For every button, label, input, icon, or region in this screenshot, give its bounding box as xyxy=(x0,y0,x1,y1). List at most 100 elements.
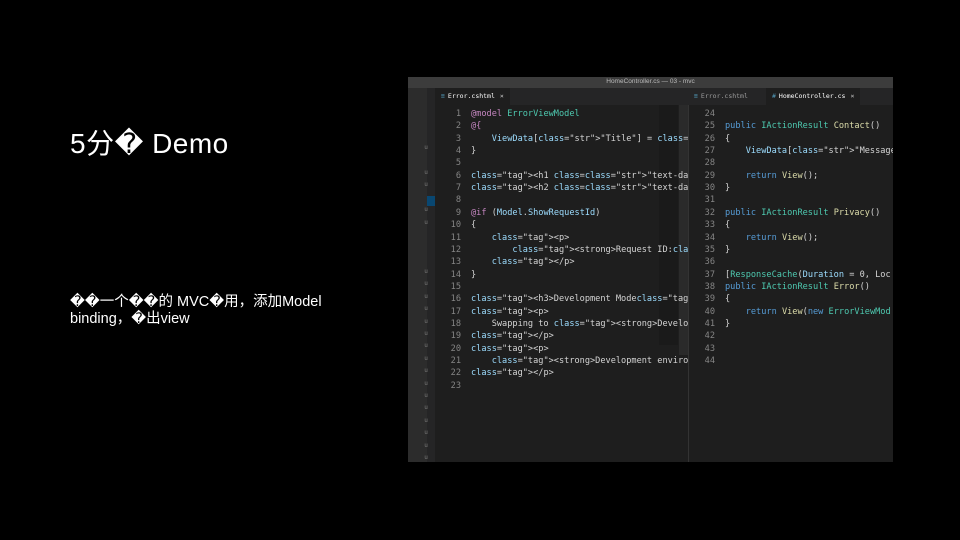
code-text: public IActionResult Privacy() xyxy=(725,207,881,218)
tab-label: Error.cshtml xyxy=(447,92,495,100)
git-status-mark xyxy=(419,192,433,204)
git-status-mark xyxy=(419,105,433,117)
tab-homecontroller-cs[interactable]: # HomeController.cs × xyxy=(766,88,861,105)
git-status-mark: u xyxy=(424,330,428,338)
code-line[interactable]: 21 class="tag"><strong>Development envir… xyxy=(435,355,730,367)
code-text: class="tag"></p> xyxy=(471,331,554,342)
code-line[interactable]: 39 { xyxy=(689,293,731,305)
line-number: 26 xyxy=(704,133,715,144)
code-text: } xyxy=(471,146,477,157)
code-line[interactable]: 20 class="tag"><p> xyxy=(435,343,549,355)
code-line[interactable]: 24 xyxy=(689,108,725,120)
code-text: class="tag"></p> xyxy=(491,257,575,268)
code-line[interactable]: 27 ViewData[class="str">"Message"] = "Yo… xyxy=(689,145,893,157)
code-line[interactable]: 10 { xyxy=(435,219,477,231)
git-status-mark: u xyxy=(424,453,428,461)
line-number: 20 xyxy=(450,343,461,354)
code-line[interactable]: 41} xyxy=(689,318,731,330)
line-number: 5 xyxy=(455,158,461,169)
close-icon[interactable]: × xyxy=(850,92,854,100)
code-line[interactable]: 28 xyxy=(689,157,725,169)
code-line[interactable]: 19 class="tag"></p> xyxy=(435,330,554,342)
line-number: 29 xyxy=(704,170,715,181)
code-line[interactable]: 23 xyxy=(435,380,471,392)
code-line[interactable]: 44 xyxy=(689,355,725,367)
line-number: 31 xyxy=(704,195,715,206)
code-line[interactable]: 1 @model ErrorViewModel xyxy=(435,108,580,120)
code-line[interactable]: 8 xyxy=(435,194,471,206)
code-text: class="tag"><h3>Development Modeclass="t… xyxy=(471,294,725,305)
code-line[interactable]: 29 return View(); xyxy=(689,170,819,182)
git-status-mark: u xyxy=(424,144,428,152)
git-status-mark xyxy=(419,155,433,167)
line-number: 11 xyxy=(450,232,461,243)
code-line[interactable]: 11 class="tag"><p> xyxy=(435,232,570,244)
code-line[interactable]: 37 [ResponseCache(Duration = 0, Loc xyxy=(689,269,891,281)
git-status-mark: u xyxy=(424,168,428,176)
code-text: } xyxy=(725,244,731,255)
line-number: 38 xyxy=(704,281,715,292)
line-number: 44 xyxy=(704,356,715,366)
code-line[interactable]: 32 public IActionResult Privacy() xyxy=(689,207,881,219)
code-line[interactable]: 42 xyxy=(689,330,725,342)
git-status-mark xyxy=(419,229,433,241)
tab-error-cshtml-right[interactable]: ≡ Error.cshtml xyxy=(688,88,754,105)
code-text: public IActionResult Contact() xyxy=(725,121,881,132)
code-line[interactable]: 5 xyxy=(435,157,471,169)
close-icon[interactable]: × xyxy=(500,92,504,100)
code-line[interactable]: 31 xyxy=(689,194,725,206)
line-number: 18 xyxy=(450,318,461,329)
line-number: 34 xyxy=(704,232,715,243)
line-number: 37 xyxy=(704,269,715,280)
line-number: 39 xyxy=(704,294,715,305)
git-status-mark xyxy=(419,117,433,129)
code-line[interactable]: 35} xyxy=(689,244,731,256)
code-text: return View(); xyxy=(745,232,819,243)
razor-file-icon: ≡ xyxy=(694,92,698,100)
code-text: } xyxy=(471,269,477,280)
tab-error-cshtml[interactable]: ≡ Error.cshtml × xyxy=(435,88,510,105)
editor-pane-homecontroller-cs[interactable]: 24 25 public IActionResult Contact() 26 {27 … xyxy=(688,105,893,462)
code-line[interactable]: 9 @if (Model.ShowRequestId) xyxy=(435,207,601,219)
code-line[interactable]: 34 return View(); xyxy=(689,232,819,244)
code-line[interactable]: 17 class="tag"><p> xyxy=(435,306,549,318)
code-line[interactable]: 43 xyxy=(689,343,725,355)
code-text: class="tag"><p> xyxy=(491,232,570,243)
code-line[interactable]: 16 class="tag"><h3>Development Modeclass=… xyxy=(435,293,725,305)
code-line[interactable]: 13 class="tag"></p> xyxy=(435,256,575,268)
code-text: [ResponseCache(Duration = 0, Loc xyxy=(725,269,891,280)
editor-pane-error-cshtml[interactable]: 1 @model ErrorViewModel 2 @{3 ViewData[clas… xyxy=(435,105,838,462)
code-line[interactable]: 38 public IActionResult Error() xyxy=(689,281,870,293)
tab-label: HomeController.cs xyxy=(778,92,846,100)
code-text: return View(new ErrorViewMod xyxy=(745,306,891,317)
git-status-mark xyxy=(419,130,433,142)
slide-body-text: ��一个��的 MVC�用，添加Model binding，�出view xyxy=(70,294,322,327)
code-line[interactable]: 4} xyxy=(435,145,476,157)
line-number: 32 xyxy=(704,207,715,218)
line-number: 15 xyxy=(450,281,461,292)
code-text: } xyxy=(725,318,731,329)
line-number: 33 xyxy=(704,220,715,231)
line-number: 23 xyxy=(450,380,461,391)
code-line[interactable]: 25 public IActionResult Contact() xyxy=(689,120,881,132)
git-status-mark: u xyxy=(424,367,428,375)
line-number: 17 xyxy=(450,306,461,317)
code-line[interactable]: 40 return View(new ErrorViewMod xyxy=(689,306,891,318)
code-line[interactable]: 30} xyxy=(689,182,731,194)
code-text: public IActionResult Error() xyxy=(725,281,870,292)
git-status-mark: u xyxy=(424,292,428,300)
git-status-mark: u xyxy=(424,268,428,276)
code-line[interactable]: 26 { xyxy=(689,133,731,145)
line-number: 1 xyxy=(455,109,461,119)
git-status-mark: u xyxy=(424,305,428,313)
git-status-mark: u xyxy=(424,280,428,288)
code-line[interactable]: 33 { xyxy=(689,219,731,231)
code-line[interactable]: 2 @{ xyxy=(435,120,482,132)
code-line[interactable]: 14} xyxy=(435,269,477,281)
code-text: ViewData[class="str">"Message"] = "Your xyxy=(745,146,893,157)
line-number: 36 xyxy=(704,257,715,268)
code-line[interactable]: 36 xyxy=(689,256,725,268)
code-line[interactable]: 15 xyxy=(435,281,471,293)
code-text: class="tag"><p> xyxy=(471,306,549,317)
code-line[interactable]: 22 class="tag"></p> xyxy=(435,367,554,379)
